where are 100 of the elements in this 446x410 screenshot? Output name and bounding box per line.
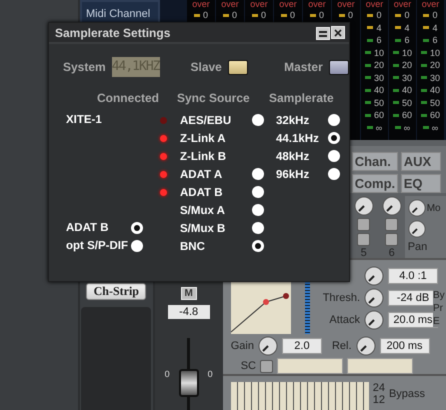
scale-label: 0 [348,10,353,20]
pan-label: Pan [408,241,428,253]
midi-channel-label: Midi Channel [86,8,152,20]
close-button[interactable] [331,26,345,39]
knob-icon[interactable] [364,288,384,308]
knob-icon[interactable] [408,199,426,217]
radio-button[interactable] [328,132,340,144]
sync-source-label: Z-Link B [180,151,226,163]
gain-label: Gain [230,340,254,352]
radio-button[interactable] [131,240,143,252]
radio-button[interactable] [252,204,264,216]
scale-label: 60 [430,109,440,122]
release-label: Rel. [332,340,352,352]
meter-label: over [221,0,239,9]
meter-label: over [308,0,326,9]
knob-icon[interactable] [354,196,374,216]
scale-label: 0 [260,10,266,20]
samplerate-label: 48kHz [276,151,310,163]
radio-button[interactable] [131,222,143,234]
samplerate-label: 96kHz [276,169,310,181]
scale-label: ∞ [376,122,382,134]
scale-label: 6 [404,34,410,46]
scale-label: 0 [290,10,295,20]
samplerate-label: 44.1kHz [276,133,319,145]
column-header: Sync Source [176,91,251,105]
mode-label: Master [284,60,323,74]
system-label: System [63,60,106,74]
tab[interactable]: Chan. [352,152,398,171]
toggle-button[interactable] [385,218,398,231]
sidechain-field [276,358,343,374]
scale-label: 0 [318,10,324,20]
mute-button[interactable]: M [180,287,197,300]
param-label: Thresh. [322,292,360,304]
scale-label: 30 [374,72,384,84]
scale-label: 20 [430,59,440,72]
sc-label: SC [240,360,256,372]
meter-label: over [337,0,355,9]
knob-icon[interactable] [364,266,384,286]
minimize-button[interactable] [316,27,330,40]
release-value: 200 ms [380,338,430,354]
eq-scale-label: 12 [372,394,385,406]
ch-strip-button[interactable]: Ch-Strip [86,283,146,300]
scale-label: 0 [404,9,410,22]
knob-icon[interactable] [382,196,402,216]
scale-label: 4 [404,22,410,34]
scale-label: 50 [402,96,412,109]
knob-label: 5 [360,248,367,259]
scale-label: 0 [202,10,208,20]
knob-label: 6 [388,248,395,259]
scale-label: 20 [402,59,412,72]
sync-source-label: S/Mux A [180,205,225,217]
meter-label: over [366,0,384,9]
fader-scale-label: 0 [164,369,170,379]
column-header: Samplerate [269,91,335,105]
sync-source-label: S/Mux B [180,223,226,235]
knob-icon[interactable] [356,336,376,356]
radio-button[interactable] [328,114,340,126]
sync-source-label: BNC [180,241,205,253]
tab[interactable]: AUX [400,152,441,171]
meter-label: over [279,0,297,9]
scale-label: 40 [430,84,440,96]
scale-label: 40 [402,84,412,96]
scale-label: 6 [376,34,382,46]
radio-button[interactable] [252,240,264,252]
scale-label: 10 [430,46,440,59]
sidechain-field [346,358,413,374]
sync-source-label: AES/EBU [180,115,232,127]
scale-label: ∞ [432,122,438,134]
radio-button[interactable] [252,222,264,234]
knob-icon[interactable] [364,310,384,330]
eq-scale-label: 24 [372,382,385,394]
radio-button[interactable] [252,114,264,126]
scale-label: 4 [376,22,382,34]
side-label: By [433,290,445,301]
minimize-icon [319,30,327,36]
column-header: Connected [96,91,159,105]
mode-button[interactable] [328,60,349,74]
sc-toggle[interactable] [260,360,273,372]
side-label: Pr [433,303,444,314]
tab[interactable]: Comp. [352,174,398,193]
fader-scale-label: 0 [208,369,213,379]
knob-icon[interactable] [258,336,278,356]
toggle-button[interactable] [357,218,370,231]
scale-label: 4 [432,22,438,34]
fader-handle[interactable] [178,368,199,397]
radio-button[interactable] [328,150,340,162]
tab[interactable]: EQ [400,174,441,193]
toggle-button[interactable] [385,233,398,246]
close-icon [334,28,342,36]
mode-button[interactable] [228,60,248,74]
radio-button[interactable] [252,168,264,180]
sync-source-label: ADAT A [180,169,222,181]
toggle-button[interactable] [357,233,370,246]
knob-icon[interactable] [408,220,426,238]
scale-label: ∞ [404,122,410,134]
radio-button[interactable] [252,186,264,198]
scale-label: 10 [374,46,384,59]
scale-label: 30 [402,72,412,84]
radio-button[interactable] [328,168,340,180]
samplerate-label: 32kHz [276,115,310,127]
